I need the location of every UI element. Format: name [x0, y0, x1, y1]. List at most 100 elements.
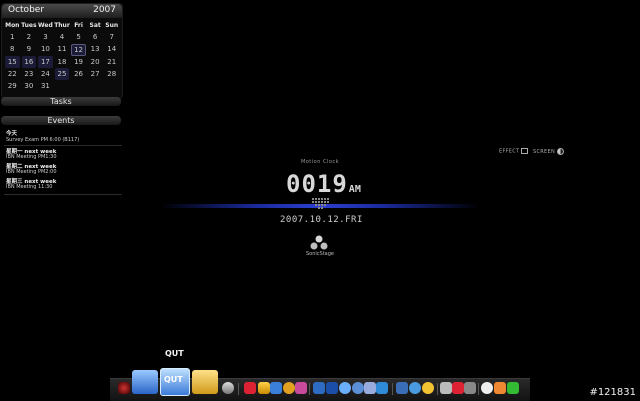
event-item[interactable]: IBN Meeting PM1:30	[6, 154, 57, 160]
clock-dot	[312, 201, 314, 203]
open-folder-icon[interactable]	[192, 370, 218, 394]
sonicstage-label[interactable]: SonicStage	[296, 251, 344, 257]
mail-icon[interactable]	[270, 382, 282, 394]
calendar-day[interactable]: 12	[71, 44, 86, 56]
calendar-day[interactable]: 25	[54, 68, 70, 80]
clock-icon[interactable]	[481, 382, 493, 394]
effect-label: EFFECT	[499, 148, 520, 155]
dock-separator	[392, 383, 393, 395]
calendar-day[interactable]: 29	[5, 80, 20, 92]
browser-icon[interactable]	[283, 382, 295, 394]
calendar-icon[interactable]	[494, 382, 506, 394]
pc-icon[interactable]	[258, 382, 270, 394]
messenger-icon[interactable]	[339, 382, 351, 394]
calendar-day[interactable]: 5	[71, 31, 86, 43]
camera-icon[interactable]	[352, 382, 364, 394]
clock-dot	[318, 204, 320, 206]
globe-icon[interactable]	[326, 382, 338, 394]
media-icon[interactable]	[244, 382, 256, 394]
clock-dot	[327, 201, 329, 203]
wrench-icon[interactable]	[464, 382, 476, 394]
calendar-empty-cell	[71, 80, 86, 92]
calendar-day[interactable]: 7	[104, 31, 119, 43]
folder-icon[interactable]	[132, 370, 158, 394]
music-icon[interactable]	[295, 382, 307, 394]
calendar-day[interactable]: 23	[22, 68, 37, 80]
calendar-empty-cell	[55, 80, 70, 92]
calendar-day[interactable]: 27	[88, 68, 103, 80]
qut-badge: QUT	[164, 375, 183, 384]
calculator-icon[interactable]	[440, 382, 452, 394]
calendar-day[interactable]: 20	[88, 56, 103, 68]
network-icon[interactable]	[396, 382, 408, 394]
dock-separator	[238, 383, 239, 395]
calendar-day[interactable]: 1	[5, 31, 20, 43]
calendar-grid: Mon Tues Wed Thur Fri Sat Sun 1 2 3 4 5 6 7 8 9 10 11 12 13…	[2, 18, 122, 92]
calendar-day[interactable]: 2	[22, 31, 37, 43]
calendar-empty-cell	[104, 80, 119, 92]
calendar-day-header: Sat	[89, 22, 101, 29]
events-list: 今天 Survey Exam PM 6:00 (B117) 星期一 next w…	[2, 127, 122, 195]
calendar-day-header: Tues	[21, 22, 37, 29]
clock-dot	[315, 198, 317, 200]
calendar-day[interactable]: 14	[104, 43, 119, 55]
effect-toggle[interactable]: EFFECT	[499, 148, 529, 155]
sonicstage-logo-icon[interactable]	[310, 235, 328, 251]
calendar-day-header: Sun	[105, 22, 119, 29]
event-divider	[4, 194, 122, 195]
tasks-bar[interactable]: Tasks	[1, 97, 121, 106]
calendar-day[interactable]: 18	[55, 56, 70, 68]
calendar-day[interactable]: 3	[38, 31, 53, 43]
settings-icon[interactable]	[364, 382, 376, 394]
calendar-day[interactable]: 13	[88, 43, 103, 55]
clock-dot	[327, 198, 329, 200]
screen-toggle[interactable]: SCREEN	[533, 148, 564, 155]
clock-digits: 0019	[286, 170, 348, 198]
calendar-day[interactable]: 15	[5, 56, 20, 68]
event-item[interactable]: Survey Exam PM 6:00 (B117)	[6, 137, 79, 143]
calendar-day-header: Fri	[74, 22, 83, 29]
notes-icon[interactable]	[376, 382, 388, 394]
calendar-month[interactable]: October	[8, 5, 44, 15]
pen-icon[interactable]	[452, 382, 464, 394]
event-item[interactable]: IBN Meeting PM2:00	[6, 169, 57, 175]
calendar-day[interactable]: 19	[71, 56, 86, 68]
image-id-watermark: #121831	[589, 387, 636, 398]
calendar-day[interactable]: 30	[22, 80, 37, 92]
clock-dot	[321, 204, 323, 206]
calendar-year[interactable]: 2007	[93, 5, 116, 15]
emoticon-icon[interactable]	[422, 382, 434, 394]
clock-dot	[315, 201, 317, 203]
calendar-empty-cell	[88, 80, 103, 92]
calendar-header: October 2007	[2, 4, 122, 18]
calendar-day[interactable]: 6	[88, 31, 103, 43]
tools-icon[interactable]	[222, 382, 234, 394]
calendar-day[interactable]: 16	[21, 56, 37, 68]
system-icon[interactable]	[118, 382, 130, 394]
chat-icon[interactable]	[313, 382, 325, 394]
calendar-day[interactable]: 10	[38, 43, 53, 55]
dock-separator	[478, 383, 479, 395]
calendar-day[interactable]: 8	[5, 43, 20, 55]
event-divider	[4, 145, 122, 146]
screen-half-icon	[557, 148, 564, 155]
calendar-day[interactable]: 11	[55, 43, 70, 55]
calendar-day[interactable]: 17	[38, 56, 53, 68]
calendar-day[interactable]: 31	[38, 80, 53, 92]
calendar-day[interactable]: 9	[22, 43, 37, 55]
events-bar[interactable]: Events	[1, 116, 121, 125]
event-item[interactable]: IBN Meeting 11:30	[6, 184, 52, 190]
qut-folder-icon[interactable]: QUT	[160, 368, 190, 396]
calendar-day[interactable]: 26	[71, 68, 86, 80]
calendar-day[interactable]: 28	[104, 68, 119, 80]
calendar-day[interactable]: 4	[55, 31, 70, 43]
phone-icon[interactable]	[507, 382, 519, 394]
clock-dot	[324, 198, 326, 200]
calendar-day[interactable]: 22	[5, 68, 20, 80]
dock-separator	[437, 383, 438, 395]
calendar-day[interactable]: 24	[38, 68, 53, 80]
calendar-day-header: Mon	[5, 22, 20, 29]
sync-icon[interactable]	[409, 382, 421, 394]
calendar-day[interactable]: 21	[104, 56, 119, 68]
calendar-day-header: Thur	[54, 22, 70, 29]
